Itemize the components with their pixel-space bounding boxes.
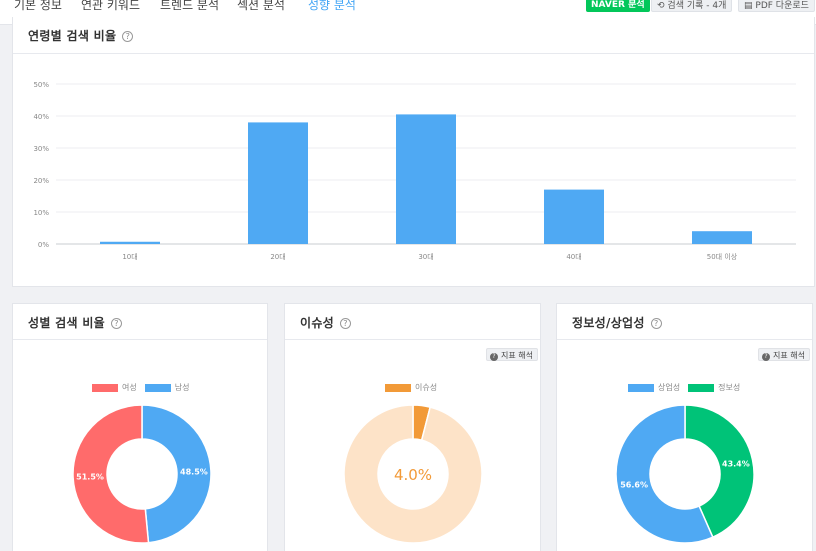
document-icon: ▤	[744, 1, 753, 11]
y-tick-label: 20%	[33, 177, 49, 185]
bar	[544, 189, 604, 244]
search-history-label: 검색 기록 - 4개	[667, 1, 727, 11]
naver-analysis-button[interactable]: NAVER 분석	[586, 0, 650, 12]
pdf-download-button[interactable]: ▤ PDF 다운로드	[738, 0, 815, 12]
issue-donut-chart: 4.0%	[343, 404, 483, 544]
bar	[396, 114, 456, 245]
y-tick-label: 50%	[33, 81, 49, 89]
data-label: 43.4%	[722, 459, 750, 468]
gender-ratio-card: 성별 검색 비율? 여성 남성 48.5% 51.5%	[12, 303, 268, 551]
y-tick-label: 30%	[33, 145, 49, 153]
x-tick-label: 30대	[418, 253, 433, 261]
y-tick-label: 40%	[33, 113, 49, 121]
x-tick-label: 10대	[122, 253, 137, 261]
gender-donut-chart: 48.5% 51.5%	[72, 404, 212, 544]
x-tick-label: 50대 이상	[707, 252, 738, 261]
bar	[248, 122, 308, 244]
info-donut-chart: 43.4% 56.6%	[615, 404, 755, 544]
history-icon: ⟲	[657, 1, 665, 11]
data-label: 51.5%	[76, 472, 104, 481]
age-bar-chart: 0% 10% 20% 30% 40% 50% 10대 20대 30대 40대 50대 이상	[33, 81, 796, 261]
data-label: 56.6%	[620, 481, 648, 490]
data-label: 48.5%	[180, 468, 208, 477]
age-ratio-card: 연령별 검색 비율? 0% 10% 20% 30% 40% 50% 10대 20대 30대 40대…	[12, 17, 815, 287]
bar	[692, 231, 752, 244]
y-tick-label: 10%	[33, 209, 49, 217]
issue-card: 이슈성? ? 지표 해석 이슈성 4.0%	[284, 303, 541, 551]
x-tick-label: 40대	[566, 253, 581, 261]
info-commerce-card: 정보성/상업성? ? 지표 해석 상업성 정보성 43.4% 56.6%	[556, 303, 813, 551]
y-tick-label: 0%	[38, 241, 49, 249]
bar	[100, 241, 160, 244]
search-history-button[interactable]: ⟲ 검색 기록 - 4개	[651, 0, 733, 12]
pdf-download-label: PDF 다운로드	[755, 1, 809, 11]
x-tick-label: 20대	[270, 253, 285, 261]
issue-center-value: 4.0%	[394, 466, 432, 484]
